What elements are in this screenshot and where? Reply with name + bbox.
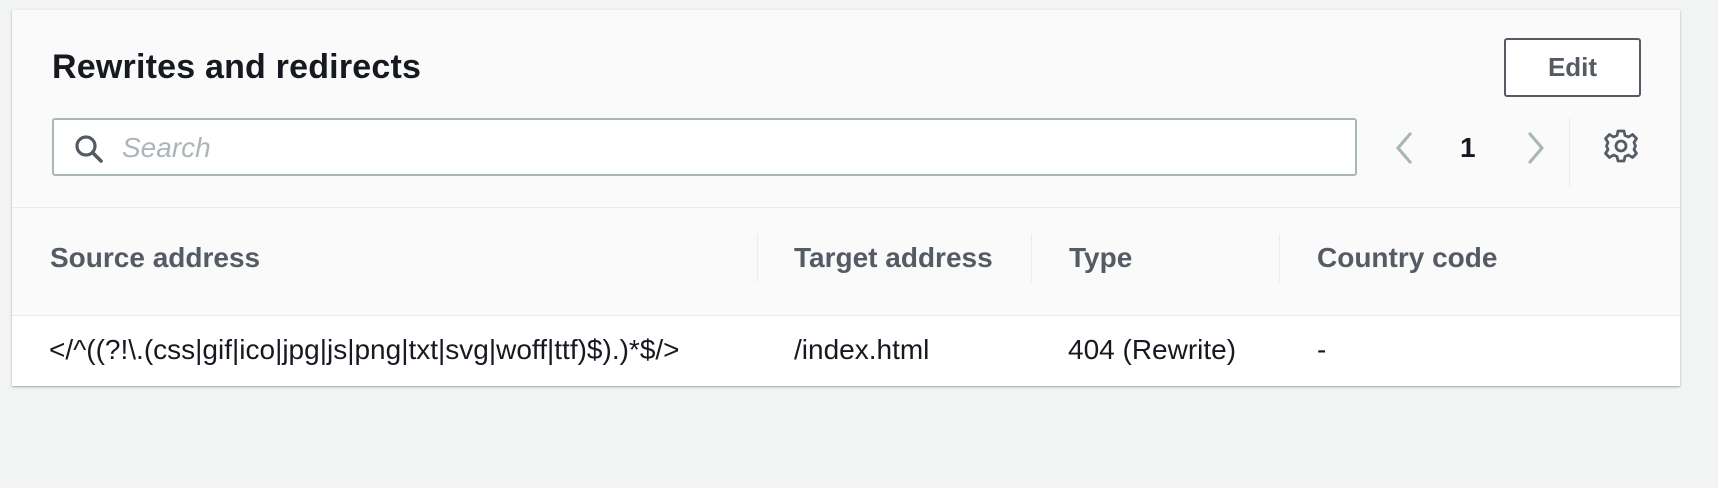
page-title: Rewrites and redirects [52,48,422,86]
search-box[interactable] [52,118,1357,176]
column-header-country[interactable]: Country code [1317,242,1497,274]
panel-header: Rewrites and redirects Edit 1 [12,10,1680,208]
column-separator[interactable] [1279,234,1280,282]
rewrites-panel: Rewrites and redirects Edit 1 [12,10,1680,386]
column-separator[interactable] [1031,234,1032,282]
column-header-type[interactable]: Type [1069,242,1132,274]
toolbar-divider [1569,118,1570,188]
column-separator[interactable] [757,234,758,282]
cell-target-address: /index.html [794,334,930,365]
chevron-left-icon[interactable] [1390,130,1420,166]
edit-button[interactable]: Edit [1504,38,1641,97]
table-row[interactable]: </^((?!\.(css|gif|ico|jpg|js|png|txt|svg… [12,316,1680,386]
table-header: Source address Target address Type Count… [12,208,1680,316]
gear-icon[interactable] [1602,127,1640,165]
chevron-right-icon[interactable] [1520,130,1550,166]
page-number[interactable]: 1 [1460,132,1476,164]
cell-country-code: - [1317,334,1327,365]
search-icon [75,135,103,163]
pagination: 1 [1390,126,1550,170]
cell-type: 404 (Rewrite) [1068,334,1237,365]
column-header-source[interactable]: Source address [50,242,260,274]
cell-source-address: </^((?!\.(css|gif|ico|jpg|js|png|txt|svg… [49,334,680,365]
column-header-target[interactable]: Target address [794,242,993,274]
search-input[interactable] [120,126,1344,170]
